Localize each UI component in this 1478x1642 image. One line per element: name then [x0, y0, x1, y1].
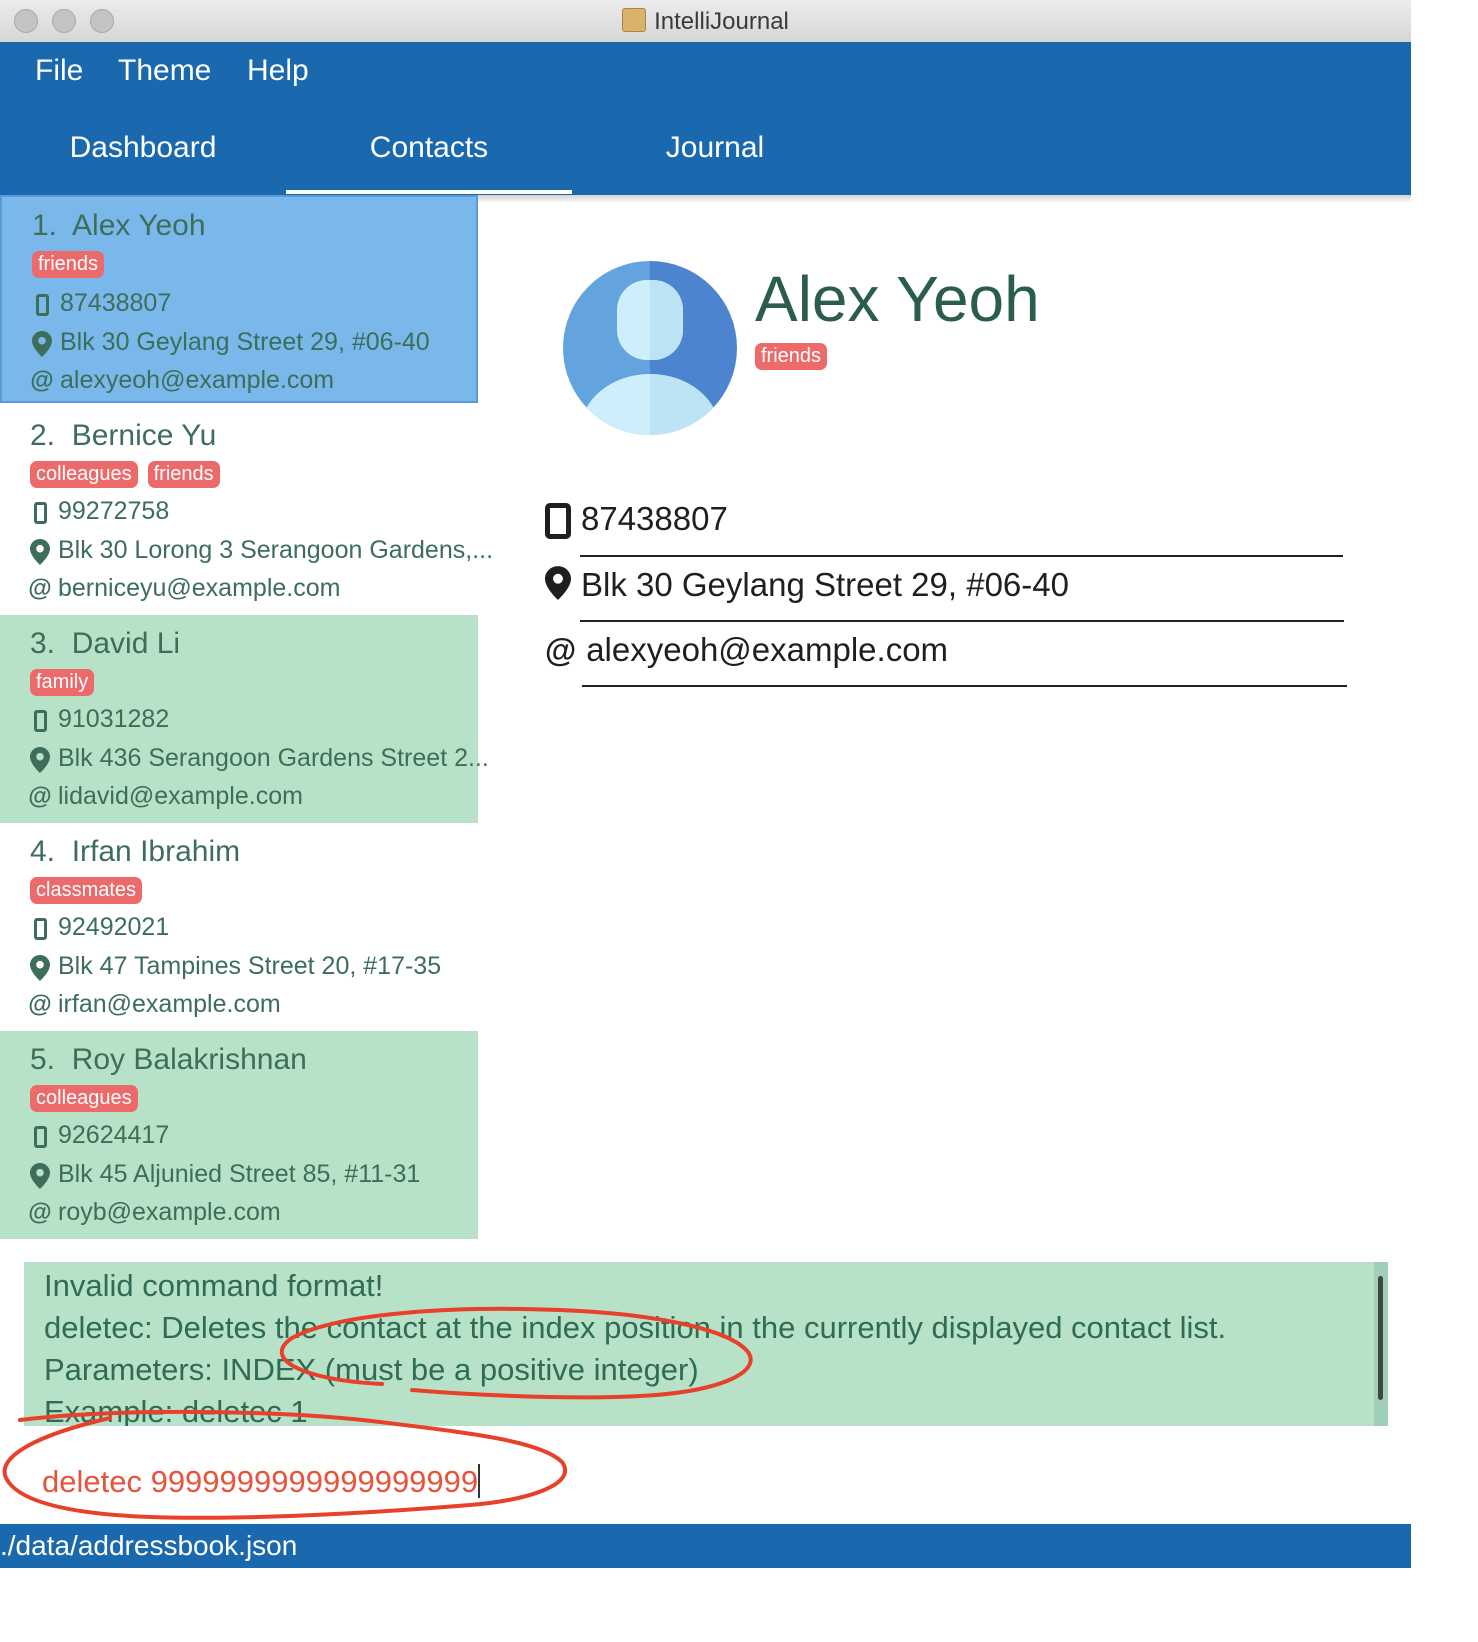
app-icon	[622, 8, 647, 32]
result-line: Invalid command format!	[44, 1268, 384, 1303]
text-caret	[478, 1464, 481, 1498]
map-pin-icon	[28, 1161, 52, 1190]
at-icon: @	[28, 783, 52, 811]
at-icon: @	[545, 632, 577, 668]
contact-tags: classmates	[30, 877, 152, 904]
contact-email: @ irfan@example.com	[28, 990, 281, 1019]
scrollbar-thumb[interactable]	[1378, 1276, 1383, 1400]
contact-tags: friends	[32, 251, 114, 278]
result-line: deletec: Deletes the contact at the inde…	[44, 1310, 1227, 1345]
window-titlebar: IntelliJournal	[0, 0, 1411, 43]
result-line: Parameters: INDEX (must be a positive in…	[44, 1352, 699, 1387]
avatar-icon	[563, 261, 737, 435]
contact-name: 1. Alex Yeoh	[32, 209, 206, 242]
map-pin-icon	[28, 537, 52, 566]
detail-name: Alex Yeoh	[755, 263, 1040, 335]
contact-address: Blk 45 Aljunied Street 85, #11-31	[28, 1160, 420, 1190]
contact-address: Blk 436 Serangoon Gardens Street 2...	[28, 744, 489, 774]
contact-name: 4. Irfan Ibrahim	[30, 835, 241, 868]
at-icon: @	[28, 575, 52, 603]
contact-card-5[interactable]: 5. Roy Balakrishnan colleagues 92624417 …	[0, 1031, 478, 1239]
phone-icon	[545, 503, 571, 540]
contact-tags: family	[30, 669, 104, 696]
phone-icon	[28, 1122, 52, 1151]
phone-icon	[28, 706, 52, 735]
contact-phone: 99272758	[28, 497, 169, 527]
result-display[interactable]: Invalid command format! deletec: Deletes…	[24, 1262, 1388, 1426]
contact-name: 2. Bernice Yu	[30, 419, 217, 452]
tab-contacts[interactable]: Contacts	[286, 128, 572, 194]
contact-tags: colleagues	[30, 1085, 148, 1112]
menu-help[interactable]: Help	[247, 54, 309, 88]
contact-card-2[interactable]: 2. Bernice Yu colleagues friends 99272758…	[0, 407, 493, 615]
divider	[580, 620, 1344, 622]
at-icon: @	[30, 367, 54, 395]
divider	[580, 555, 1343, 557]
phone-icon	[30, 290, 54, 319]
result-line: Example: deletec 1	[44, 1394, 308, 1426]
tag-badge: friends	[32, 251, 105, 278]
at-icon: @	[28, 991, 52, 1019]
menu-file[interactable]: File	[35, 54, 83, 88]
phone-icon	[28, 498, 52, 527]
tab-journal[interactable]: Journal	[572, 128, 858, 194]
contact-address: Blk 47 Tampines Street 20, #17-35	[28, 952, 441, 982]
tag-badge: friends	[755, 343, 828, 370]
tag-badge: friends	[147, 461, 220, 488]
contact-tags: colleagues friends	[30, 461, 230, 488]
status-bar: ./data/addressbook.json	[0, 1524, 1411, 1568]
detail-address: Blk 30 Geylang Street 29, #06-40	[545, 566, 1069, 608]
contact-name: 3. David Li	[30, 627, 181, 660]
app-header: File Theme Help Dashboard Contacts Journ…	[0, 42, 1411, 195]
contact-address: Blk 30 Geylang Street 29, #06-40	[30, 328, 430, 358]
map-pin-icon	[30, 329, 54, 358]
contact-card-4[interactable]: 4. Irfan Ibrahim classmates 92492021 Blk…	[0, 823, 478, 1031]
divider	[582, 685, 1347, 687]
contact-email: @ alexyeoh@example.com	[30, 366, 335, 395]
detail-tags: friends	[755, 343, 837, 370]
map-pin-icon	[28, 953, 52, 982]
tag-badge: colleagues	[30, 461, 138, 488]
command-input[interactable]: deletec 9999999999999999999	[42, 1464, 481, 1500]
detail-phone: 87438807	[545, 500, 728, 540]
result-scrollbar[interactable]	[1374, 1262, 1388, 1426]
phone-icon	[28, 914, 52, 943]
map-pin-icon	[28, 745, 52, 774]
header-shadow	[478, 195, 1411, 203]
tab-dashboard[interactable]: Dashboard	[0, 128, 286, 194]
contact-name: 5. Roy Balakrishnan	[30, 1043, 307, 1076]
contact-card-1[interactable]: 1. Alex Yeoh friends 87438807 Blk 30 Gey…	[0, 195, 478, 403]
window-title: IntelliJournal	[0, 8, 1411, 36]
contact-phone: 92624417	[28, 1121, 169, 1151]
contact-phone: 87438807	[30, 289, 171, 319]
tag-badge: family	[30, 669, 95, 696]
map-pin-icon	[545, 566, 571, 608]
contact-phone: 91031282	[28, 705, 169, 735]
tag-badge: classmates	[30, 877, 143, 904]
window-title-text: IntelliJournal	[654, 8, 789, 35]
contact-phone: 92492021	[28, 913, 169, 943]
status-file-path: ./data/addressbook.json	[0, 1530, 298, 1561]
contact-email: @ lidavid@example.com	[28, 782, 303, 811]
contact-email: @ royb@example.com	[28, 1198, 281, 1227]
detail-email: @ alexyeoh@example.com	[545, 631, 949, 668]
contact-address: Blk 30 Lorong 3 Serangoon Gardens,...	[28, 536, 493, 566]
contact-email: @ berniceyu@example.com	[28, 574, 341, 603]
menu-theme[interactable]: Theme	[118, 54, 211, 88]
at-icon: @	[28, 1199, 52, 1227]
tag-badge: colleagues	[30, 1085, 138, 1112]
command-box[interactable]: deletec 9999999999999999999	[0, 1426, 1411, 1524]
contact-card-3[interactable]: 3. David Li family 91031282 Blk 436 Sera…	[0, 615, 489, 823]
